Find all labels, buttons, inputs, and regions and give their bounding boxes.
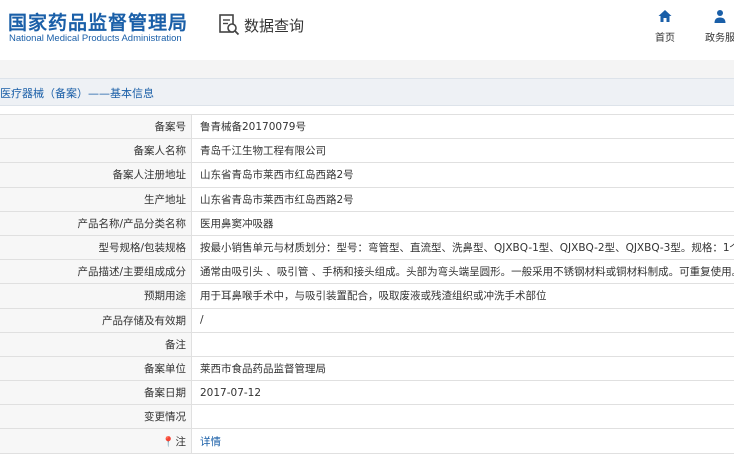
row-label: 型号规格/包装规格 [0, 235, 192, 261]
table-row: 型号规格/包装规格 按最小销售单元与材质划分：型号：弯管型、直流型、洗鼻型、QJX… [0, 235, 734, 261]
table-row: 生产地址 山东省青岛市莱西市红岛西路2号 [0, 187, 734, 212]
detail-table: 备案号 鲁青械备20170079号 备案人名称 青岛千江生物工程有限公司 备案人注册… [0, 113, 734, 454]
row-value: 鲁青械备20170079号 [191, 113, 734, 140]
row-value: 2017-07-12 [191, 380, 734, 406]
table-row: 备案人注册地址 山东省青岛市莱西市红岛西路2号 [0, 162, 734, 188]
row-label: 备注 [0, 332, 192, 357]
table-row: 产品名称/产品分类名称 医用鼻窦冲吸器 [0, 211, 734, 236]
section-title: 医疗器械（备案）——基本信息 [0, 87, 154, 100]
row-label: 备案号 [0, 113, 192, 140]
table-row: 产品描述/主要组成成分 通常由吸引头 、吸引管 、手柄和接头组成。头部为弯头端呈圆… [0, 259, 734, 285]
table-row: 产品存储及有效期 / [0, 308, 734, 333]
user-icon [714, 10, 726, 23]
pin-icon: 📍 [162, 436, 175, 448]
site-logo-cn[interactable]: 国家药品监督管理局 [8, 8, 188, 35]
document-search-icon [219, 14, 240, 36]
nav-government-service-label: 政务服 [705, 33, 734, 44]
row-label: 变更情况 [0, 404, 192, 430]
row-value [191, 332, 734, 357]
row-label: 预期用途 [0, 283, 192, 309]
row-label-note: 📍注 [0, 428, 192, 454]
nav-home-label: 首页 [655, 33, 675, 44]
row-value: 山东省青岛市莱西市红岛西路2号 [191, 162, 734, 188]
section-header: 医疗器械（备案）——基本信息 [0, 78, 734, 106]
table-row: 备注 [0, 332, 734, 357]
row-value: / [191, 308, 734, 333]
data-query-label: 数据查询 [244, 16, 305, 35]
row-label: 产品描述/主要组成成分 [0, 259, 192, 285]
table-row: 备案号 鲁青械备20170079号 [0, 113, 734, 140]
details-link[interactable]: 详情 [200, 436, 221, 448]
row-label: 备案人名称 [0, 138, 192, 164]
home-icon [658, 10, 672, 22]
row-value: 医用鼻窦冲吸器 [191, 211, 734, 236]
site-logo-en[interactable]: National Medical Products Administration [9, 33, 182, 44]
row-value: 青岛千江生物工程有限公司 [191, 138, 734, 164]
row-value: 按最小销售单元与材质划分：型号：弯管型、直流型、洗鼻型、QJXBQ-1型、QJX… [191, 235, 734, 261]
row-label: 产品存储及有效期 [0, 308, 192, 333]
header-separator [0, 60, 734, 78]
row-value-note: 详情 [191, 428, 734, 454]
table-row: 备案人名称 青岛千江生物工程有限公司 [0, 138, 734, 164]
note-label: 注 [175, 435, 187, 448]
nav-home[interactable]: 首页 [645, 8, 685, 44]
table-row: 预期用途 用于耳鼻喉手术中，与吸引装置配合，吸取废液或残渣组织或冲洗手术部位 [0, 283, 734, 309]
site-header: 国家药品监督管理局 National Medical Products Admi… [0, 0, 734, 60]
row-label: 生产地址 [0, 187, 192, 212]
row-label: 备案日期 [0, 380, 192, 406]
table-row: 变更情况 [0, 404, 734, 430]
row-value: 用于耳鼻喉手术中，与吸引装置配合，吸取废液或残渣组织或冲洗手术部位 [191, 283, 734, 309]
row-label: 备案单位 [0, 356, 192, 382]
nav-government-service[interactable]: 政务服 [700, 8, 734, 44]
row-label: 备案人注册地址 [0, 162, 192, 188]
row-value: 通常由吸引头 、吸引管 、手柄和接头组成。头部为弯头端呈圆形。一般采用不锈钢材料… [191, 259, 734, 285]
table-row: 📍注 详情 [0, 428, 734, 454]
table-row: 备案日期 2017-07-12 [0, 380, 734, 406]
data-query-link[interactable]: 数据查询 [218, 12, 304, 38]
row-label: 产品名称/产品分类名称 [0, 211, 192, 236]
row-value: 莱西市食品药品监督管理局 [191, 356, 734, 382]
table-row: 备案单位 莱西市食品药品监督管理局 [0, 356, 734, 382]
row-value: 山东省青岛市莱西市红岛西路2号 [191, 187, 734, 212]
row-value [191, 404, 734, 430]
